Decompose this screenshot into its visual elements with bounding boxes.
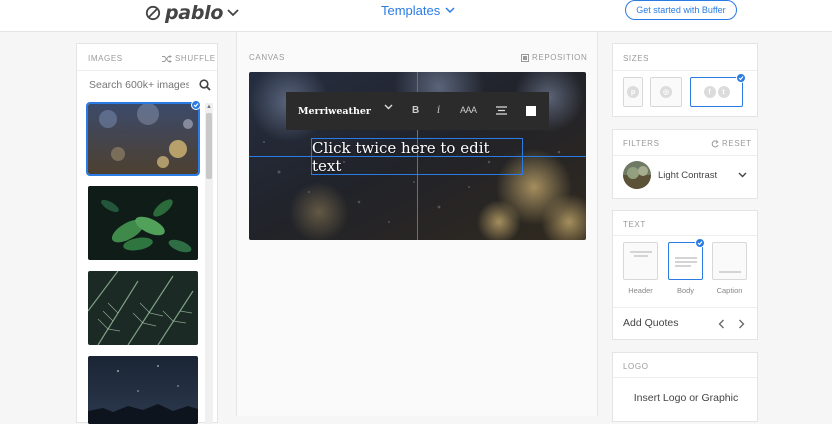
bold-button[interactable]: B — [412, 105, 419, 116]
body-bar — [675, 257, 697, 259]
scrollbar-thumb[interactable] — [206, 113, 212, 179]
header-bar — [630, 251, 652, 253]
fern-image — [88, 271, 198, 345]
templates-menu[interactable]: Templates — [381, 3, 455, 18]
green-plant-image — [88, 186, 198, 260]
insert-logo-button[interactable]: Insert Logo or Graphic — [613, 392, 759, 404]
reset-label: RESET — [722, 139, 752, 148]
canvas-text: Click twice here to edit text — [312, 138, 490, 175]
image-thumbnail-rain-bokeh[interactable] — [86, 102, 200, 176]
image-search — [89, 77, 211, 93]
image-thumbnail-green-plant[interactable] — [88, 186, 198, 260]
canvas-text-box[interactable]: Click twice here to edit text — [311, 138, 523, 175]
chevron-down-icon — [227, 9, 239, 17]
divider — [613, 235, 757, 236]
image-thumbnail-night-sky[interactable] — [88, 356, 198, 424]
text-toolbar: Merriweather B i AAA — [286, 92, 549, 130]
images-section-label: IMAGES — [88, 54, 123, 63]
text-style-body-label: Body — [676, 286, 695, 295]
shuffle-icon — [162, 54, 172, 63]
canvas-area: CANVAS REPOSITION Merriweather B i AAA C… — [236, 32, 598, 416]
pinterest-icon: p — [627, 86, 639, 98]
filter-preview-thumbnail — [623, 161, 651, 189]
shuffle-label: SHUFFLE — [175, 54, 216, 63]
image-thumbnail-fern[interactable] — [88, 271, 198, 345]
filters-section-label: FILTERS — [623, 139, 660, 148]
sizes-section-label: SIZES — [623, 54, 650, 63]
size-option-facebook-twitter[interactable]: f t — [690, 77, 743, 107]
divider — [613, 70, 757, 71]
color-swatch-white — [526, 106, 536, 116]
templates-label: Templates — [381, 3, 441, 18]
selected-check-icon — [736, 73, 746, 83]
chevron-down-icon — [738, 172, 747, 178]
font-size-button[interactable]: AAA — [460, 105, 477, 115]
twitter-icon: t — [717, 86, 730, 98]
align-icon[interactable] — [496, 106, 507, 115]
text-section-label: TEXT — [623, 220, 646, 229]
size-option-pinterest[interactable]: p — [623, 77, 643, 107]
logo-panel: LOGO Insert Logo or Graphic — [612, 352, 758, 422]
pablo-logo[interactable]: pablo — [145, 0, 240, 26]
text-style-caption-label: Caption — [716, 286, 743, 295]
body-bar — [675, 265, 691, 267]
top-header: pablo Templates Get started with Buffer — [0, 0, 832, 32]
divider — [613, 307, 757, 308]
selected-filter-label: Light Contrast — [658, 169, 718, 181]
reposition-label: REPOSITION — [532, 53, 588, 62]
sizes-panel: SIZES p ◎ f t — [612, 43, 758, 117]
pablo-logo-icon — [145, 5, 161, 21]
add-quotes-label: Add Quotes — [623, 317, 679, 329]
text-style-header[interactable] — [623, 242, 658, 280]
divider — [613, 377, 757, 378]
scroll-up-icon[interactable]: ▲ — [206, 104, 212, 110]
logo-section-label: LOGO — [623, 362, 649, 371]
facebook-icon: f — [703, 86, 716, 98]
reposition-button[interactable]: REPOSITION — [521, 53, 587, 62]
rain-bokeh-image — [88, 104, 198, 174]
images-panel: IMAGES SHUFFLE Search 600k+ images ▲ — [76, 43, 218, 424]
instagram-icon: ◎ — [660, 86, 672, 98]
canvas-image[interactable]: Merriweather B i AAA Click twice here to… — [249, 72, 586, 240]
font-name-label[interactable]: Merriweather — [298, 106, 371, 117]
selected-check-icon — [191, 100, 201, 110]
text-style-header-label: Header — [628, 286, 653, 295]
reset-icon — [711, 139, 719, 147]
size-option-instagram[interactable]: ◎ — [650, 77, 682, 107]
text-color-swatch[interactable] — [526, 106, 536, 116]
chevron-right-icon[interactable] — [738, 319, 745, 329]
shuffle-button[interactable]: SHUFFLE — [162, 54, 216, 63]
reposition-icon — [521, 53, 529, 62]
font-dropdown-chevron-icon[interactable] — [384, 104, 393, 110]
text-panel: TEXT Header Body Caption Add Quotes — [612, 210, 758, 340]
text-style-caption[interactable] — [712, 242, 747, 280]
divider — [77, 70, 217, 71]
reset-filters-button[interactable]: RESET — [711, 139, 752, 148]
selected-check-icon — [695, 238, 705, 248]
filters-panel: FILTERS RESET Light Contrast — [612, 129, 758, 199]
chevron-left-icon[interactable] — [718, 319, 725, 329]
body-bar — [675, 261, 697, 263]
canvas-section-label: CANVAS — [249, 53, 285, 62]
image-search-input[interactable] — [89, 79, 189, 91]
get-started-button[interactable]: Get started with Buffer — [625, 0, 737, 20]
italic-button[interactable]: i — [437, 105, 440, 116]
divider — [613, 155, 757, 156]
logo-text: pablo — [165, 2, 224, 24]
chevron-down-icon — [445, 7, 455, 14]
caption-bar — [719, 271, 741, 273]
images-scrollbar[interactable]: ▲ — [205, 103, 213, 424]
filter-select[interactable]: Light Contrast — [623, 161, 749, 189]
header-bar — [634, 255, 648, 257]
search-icon[interactable] — [199, 79, 211, 91]
night-sky-image — [88, 356, 198, 424]
